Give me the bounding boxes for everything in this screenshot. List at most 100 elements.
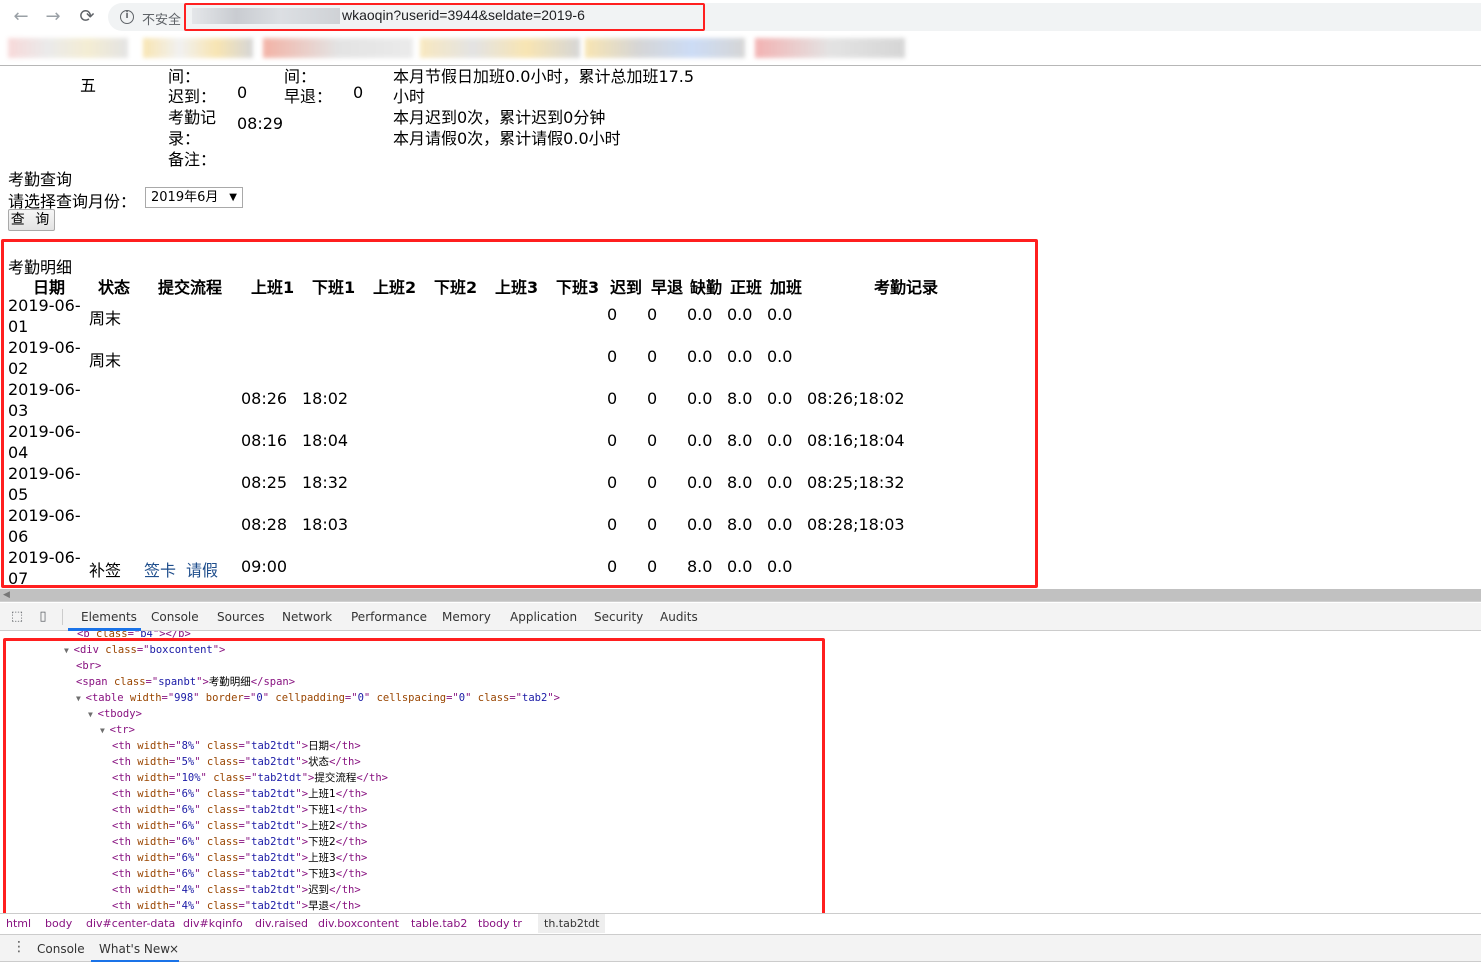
clock-out-1: 18:03 [302,515,349,534]
page-content: 五 间： 间： 迟到： 0 早退： 0 考勤记 录： 08:29 备注： 本月节… [0,67,1481,589]
tab-network[interactable]: Network [282,610,332,624]
record-value: 08:29 [237,114,284,133]
column-header: 下班2 [434,278,478,297]
inspect-element-icon[interactable]: ⬚ [9,609,25,625]
column-header: 正班 [730,278,763,297]
flow-link-sign-card[interactable]: 签卡 [144,557,176,581]
date-part: 2019-06- [8,548,81,567]
bookmark-item[interactable] [755,38,905,58]
info-icon[interactable]: i [120,10,134,24]
late-count: 0 [607,557,618,576]
date-part: 2019-06- [8,338,81,357]
breadcrumb-item[interactable]: th.tab2tdt [538,914,606,933]
tab-sources[interactable]: Sources [217,610,264,624]
summary-note: 本月请假0次，累计请假0.0小时 [393,129,621,148]
regular-hours: 8.0 [727,389,753,408]
month-select-value: 2019年6月 [151,190,219,205]
arrow-right-icon[interactable]: → [42,6,64,28]
flow-link-leave[interactable]: 请假 [186,557,218,581]
overtime-hours: 0.0 [767,431,793,450]
breadcrumb-item[interactable]: div#kqinfo [183,917,243,930]
breadcrumb-item[interactable]: div#center-data [86,917,175,930]
row-status: 补签 [89,561,122,580]
bookmark-item[interactable] [585,38,745,58]
bookmark-item[interactable] [263,38,413,58]
regular-hours: 8.0 [727,431,753,450]
overtime-hours: 0.0 [767,389,793,408]
column-header: 缺勤 [690,278,723,297]
attendance-record: 08:25;18:32 [807,473,905,492]
query-title: 考勤查询 [8,170,73,189]
bookmark-item[interactable] [8,38,128,58]
breadcrumb-item[interactable]: table.tab2 [411,917,467,930]
tab-audits[interactable]: Audits [660,610,698,624]
row-date: 2019-06- 03 [8,379,88,421]
tab-elements[interactable]: Elements [81,610,137,624]
more-options-icon[interactable]: ⋮ [12,940,26,954]
tab-performance[interactable]: Performance [351,610,427,624]
query-button[interactable]: 查 询 [8,209,55,231]
date-part: 2019-06- [8,380,81,399]
close-icon[interactable]: × [169,942,179,956]
column-header: 状态 [98,278,131,297]
early-count: 0 [647,305,658,324]
row-date: 2019-06- 02 [8,337,88,379]
clock-out-1: 18:04 [302,431,349,450]
late-value: 0 [237,83,248,102]
dropdown-arrow-icon: ▼ [229,192,237,203]
early-count: 0 [647,431,658,450]
summary-note: 本月节假日加班0.0小时，累计总加班17.5 [393,67,695,86]
column-header: 考勤记录 [874,278,939,297]
tab-memory[interactable]: Memory [442,610,491,624]
absent-hours: 8.0 [687,557,713,576]
row-status: 周末 [89,309,122,328]
drawer-tab-whats-new[interactable]: What's New [99,942,170,956]
row-date: 2019-06- 04 [8,421,88,463]
clock-in-1: 08:26 [241,389,288,408]
tab-console[interactable]: Console [151,610,199,624]
column-header: 迟到 [610,278,643,297]
row-date: 2019-06- 06 [8,505,88,547]
device-toolbar-icon[interactable]: ▯ [35,609,51,625]
clock-out-1: 18:02 [302,389,349,408]
breadcrumb-item[interactable]: tbody [478,917,510,930]
browser-toolbar: ← → ⟳ i 不安全 wkaoqin?userid=3944&seldate=… [0,0,1481,34]
tab-application[interactable]: Application [510,610,577,624]
bookmark-item[interactable] [420,38,580,58]
early-count: 0 [647,557,658,576]
late-count: 0 [607,473,618,492]
arrow-left-icon[interactable]: ← [10,6,32,28]
breadcrumb-item[interactable]: body [45,917,72,930]
dom-breadcrumbs: html body div#center-data div#kqinfo div.rai… [0,913,1481,933]
security-label: 不安全 [142,13,182,28]
horizontal-scrollbar[interactable]: ◀ [0,589,1481,602]
drawer-tab-console[interactable]: Console [37,942,85,956]
date-part: 03 [8,401,29,420]
url-highlight-box [184,3,705,31]
reload-icon[interactable]: ⟳ [76,6,98,28]
month-select[interactable]: 2019年6月 ▼ [145,187,243,208]
breadcrumb-item[interactable]: div.raised [255,917,308,930]
date-part: 2019-06- [8,464,81,483]
column-header: 加班 [770,278,803,297]
absent-hours: 0.0 [687,389,713,408]
regular-hours: 0.0 [727,305,753,324]
scroll-left-icon[interactable]: ◀ [3,589,10,602]
column-header: 上班1 [251,278,295,297]
breadcrumb-item[interactable]: div.boxcontent [318,917,399,930]
devtools-tabbar: ⬚ ▯ Elements Console Sources Network Perform… [0,603,1481,631]
weekday: 五 [80,76,97,95]
row-date: 2019-06- 05 [8,463,88,505]
late-count: 0 [607,389,618,408]
devtools-drawer: ⋮ Console What's New × [0,934,1481,962]
early-label: 早退： [284,87,333,106]
tab-security[interactable]: Security [594,610,643,624]
date-part: 07 [8,569,29,588]
date-part: 2019-06- [8,506,81,525]
bookmarks-bar [0,34,1481,66]
absent-hours: 0.0 [687,515,713,534]
breadcrumb-item[interactable]: html [6,917,31,930]
breadcrumb-item[interactable]: tr [513,917,522,930]
date-part: 06 [8,527,29,546]
bookmark-item[interactable] [143,38,253,58]
